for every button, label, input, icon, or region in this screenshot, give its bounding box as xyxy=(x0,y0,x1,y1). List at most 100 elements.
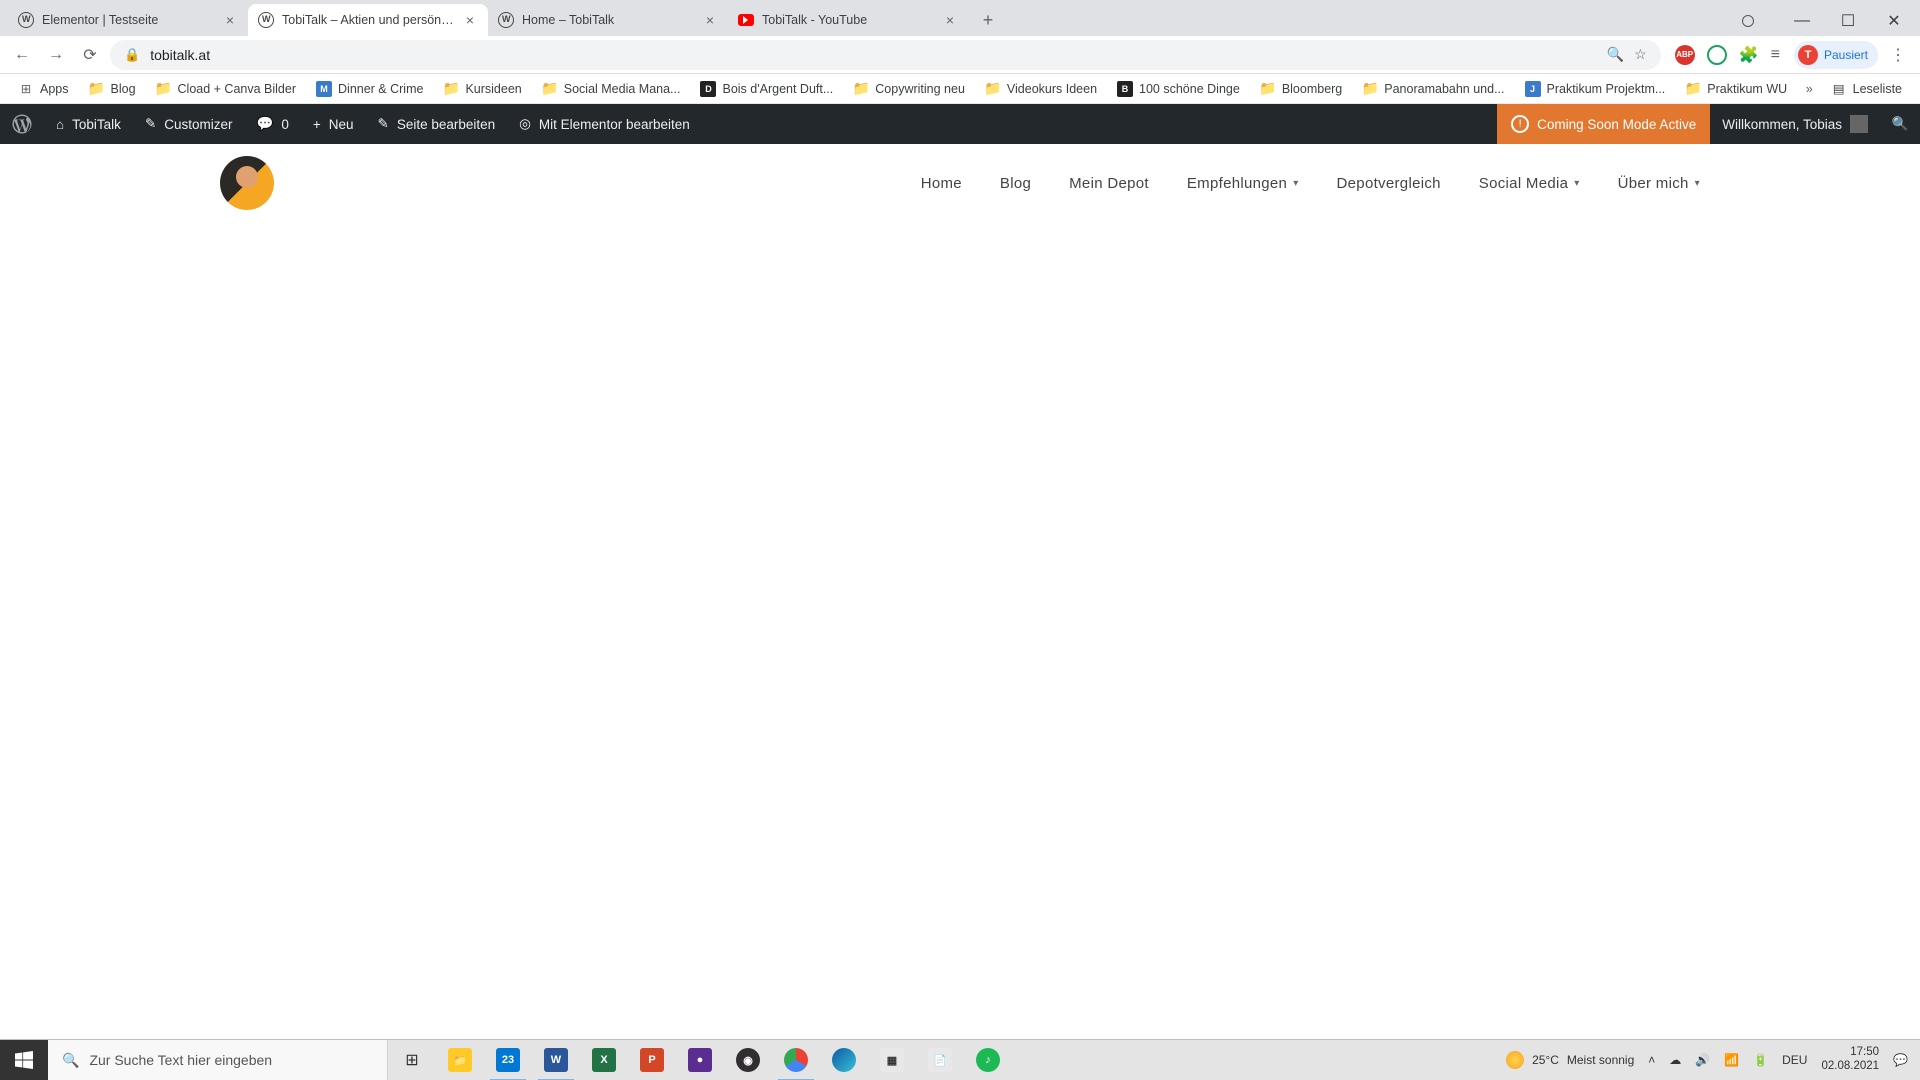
reading-list-icon: ▤ xyxy=(1831,81,1847,97)
edge-button[interactable] xyxy=(820,1040,868,1080)
bookmark-item[interactable]: 📁Praktikum WU xyxy=(1677,77,1795,101)
nav-label: Blog xyxy=(1000,175,1031,192)
reload-button[interactable]: ⟳ xyxy=(76,41,104,69)
word-button[interactable]: W xyxy=(532,1040,580,1080)
close-window-button[interactable]: ✕ xyxy=(1872,6,1916,36)
nav-about[interactable]: Über mich▾ xyxy=(1618,175,1700,192)
bookmark-item[interactable]: B100 schöne Dinge xyxy=(1109,77,1248,101)
minimize-button[interactable]: — xyxy=(1780,6,1824,36)
obs-button[interactable]: ◉ xyxy=(724,1040,772,1080)
wp-logo-button[interactable] xyxy=(0,104,44,144)
wp-elementor-link[interactable]: ◎ Mit Elementor bearbeiten xyxy=(507,104,702,144)
menu-button[interactable]: ⋮ xyxy=(1884,41,1912,69)
bookmark-item[interactable]: JPraktikum Projektm... xyxy=(1517,77,1674,101)
app-icon: ▦ xyxy=(880,1048,904,1072)
home-icon: ⌂ xyxy=(56,117,64,132)
nav-depot[interactable]: Mein Depot xyxy=(1069,175,1149,192)
battery-icon[interactable]: 🔋 xyxy=(1753,1053,1768,1067)
reading-list-icon[interactable]: ≡ xyxy=(1771,46,1780,64)
bookmark-item[interactable]: DBois d'Argent Duft... xyxy=(692,77,841,101)
nav-label: Mein Depot xyxy=(1069,175,1149,192)
notifications-icon[interactable]: 💬 xyxy=(1893,1053,1908,1067)
extension-icon[interactable] xyxy=(1707,45,1727,65)
nav-home[interactable]: Home xyxy=(921,175,962,192)
bookmark-item[interactable]: 📁Blog xyxy=(81,77,144,101)
tray-overflow-icon[interactable]: ˄ xyxy=(1648,1053,1655,1067)
app-button-2[interactable]: ▦ xyxy=(868,1040,916,1080)
start-button[interactable] xyxy=(0,1040,48,1080)
bookmark-item[interactable]: 📁Cload + Canva Bilder xyxy=(148,77,304,101)
browser-tab-3[interactable]: TobiTalk - YouTube × xyxy=(728,4,968,36)
new-tab-button[interactable]: + xyxy=(974,6,1002,34)
back-button[interactable]: ← xyxy=(8,41,36,69)
wordpress-icon xyxy=(18,12,34,28)
adblock-icon[interactable]: ABP xyxy=(1675,45,1695,65)
wp-edit-label: Seite bearbeiten xyxy=(397,117,495,132)
nav-depotvergleich[interactable]: Depotvergleich xyxy=(1337,175,1441,192)
notepad-button[interactable]: 📄 xyxy=(916,1040,964,1080)
wp-user-link[interactable]: Willkommen, Tobias xyxy=(1710,104,1880,144)
address-bar[interactable]: 🔒 tobitalk.at 🔍 ☆ xyxy=(110,40,1661,70)
mail-button[interactable]: 23 xyxy=(484,1040,532,1080)
wp-customizer-link[interactable]: ✎ Customizer xyxy=(133,104,245,144)
chrome-button[interactable] xyxy=(772,1040,820,1080)
wp-site-link[interactable]: ⌂ TobiTalk xyxy=(44,104,133,144)
profile-button[interactable]: T Pausiert xyxy=(1794,41,1878,69)
wp-comments-count: 0 xyxy=(281,117,289,132)
taskbar-search[interactable]: 🔍 Zur Suche Text hier eingeben xyxy=(48,1040,388,1080)
bookmark-item[interactable]: MDinner & Crime xyxy=(308,77,431,101)
clock[interactable]: 17:50 02.08.2021 xyxy=(1821,1046,1879,1074)
bookmark-item[interactable]: 📁Videokurs Ideen xyxy=(977,77,1105,101)
bookmark-item[interactable]: 📁Copywriting neu xyxy=(845,77,973,101)
comment-icon: 💬 xyxy=(257,116,274,132)
close-icon[interactable]: × xyxy=(942,12,958,28)
apps-button[interactable]: ⊞ Apps xyxy=(10,77,77,101)
bookmark-item[interactable]: 📁Social Media Mana... xyxy=(534,77,689,101)
language-indicator[interactable]: DEU xyxy=(1782,1053,1807,1067)
maximize-button[interactable]: ☐ xyxy=(1826,6,1870,36)
wp-edit-page-link[interactable]: ✎ Seite bearbeiten xyxy=(366,104,508,144)
volume-icon[interactable]: 🔊 xyxy=(1695,1053,1710,1067)
reading-list-button[interactable]: ▤ Leseliste xyxy=(1823,77,1910,101)
close-icon[interactable]: × xyxy=(702,12,718,28)
forward-button[interactable]: → xyxy=(42,41,70,69)
app-button[interactable]: ● xyxy=(676,1040,724,1080)
bookmark-item[interactable]: 📁Kursideen xyxy=(435,77,529,101)
wp-search-button[interactable]: 🔍 xyxy=(1880,104,1920,144)
site-logo[interactable] xyxy=(220,156,274,210)
zoom-icon[interactable]: 🔍 xyxy=(1607,46,1624,63)
bookmarks-overflow-icon[interactable]: » xyxy=(1806,82,1813,96)
spotify-button[interactable]: ♪ xyxy=(964,1040,1012,1080)
bookmark-item[interactable]: 📁Bloomberg xyxy=(1252,77,1350,101)
extensions-icon[interactable]: 🧩 xyxy=(1739,45,1759,65)
nav-social[interactable]: Social Media▾ xyxy=(1479,175,1580,192)
elementor-icon: ◎ xyxy=(519,116,531,132)
wp-new-link[interactable]: + Neu xyxy=(301,104,366,144)
close-icon[interactable]: × xyxy=(222,12,238,28)
bookmark-label: Videokurs Ideen xyxy=(1007,82,1097,96)
nav-empfehlungen[interactable]: Empfehlungen▾ xyxy=(1187,175,1299,192)
browser-tab-0[interactable]: Elementor | Testseite × xyxy=(8,4,248,36)
bookmark-label: Panoramabahn und... xyxy=(1384,82,1504,96)
onedrive-icon[interactable]: ☁ xyxy=(1669,1053,1681,1067)
file-explorer-button[interactable]: 📁 xyxy=(436,1040,484,1080)
bookmark-item[interactable]: 📁Panoramabahn und... xyxy=(1354,77,1512,101)
bookmark-label: Blog xyxy=(111,82,136,96)
powerpoint-icon: P xyxy=(640,1048,664,1072)
weather-widget[interactable]: 25°C Meist sonnig xyxy=(1506,1051,1634,1069)
browser-tab-2[interactable]: Home – TobiTalk × xyxy=(488,4,728,36)
coming-soon-badge[interactable]: ! Coming Soon Mode Active xyxy=(1497,104,1710,144)
account-icon[interactable] xyxy=(1742,15,1754,27)
wp-comments-link[interactable]: 💬 0 xyxy=(245,104,301,144)
excel-button[interactable]: X xyxy=(580,1040,628,1080)
task-view-button[interactable]: ⊞ xyxy=(388,1040,436,1080)
bookmark-label: Praktikum WU xyxy=(1707,82,1787,96)
wifi-icon[interactable]: 📶 xyxy=(1724,1053,1739,1067)
tab-title: Elementor | Testseite xyxy=(42,13,214,27)
nav-blog[interactable]: Blog xyxy=(1000,175,1031,192)
bookmark-star-icon[interactable]: ☆ xyxy=(1634,46,1647,63)
powerpoint-button[interactable]: P xyxy=(628,1040,676,1080)
reading-list-label: Leseliste xyxy=(1853,82,1902,96)
close-icon[interactable]: × xyxy=(462,12,478,28)
browser-tab-1[interactable]: TobiTalk – Aktien und persönlich... × xyxy=(248,4,488,36)
